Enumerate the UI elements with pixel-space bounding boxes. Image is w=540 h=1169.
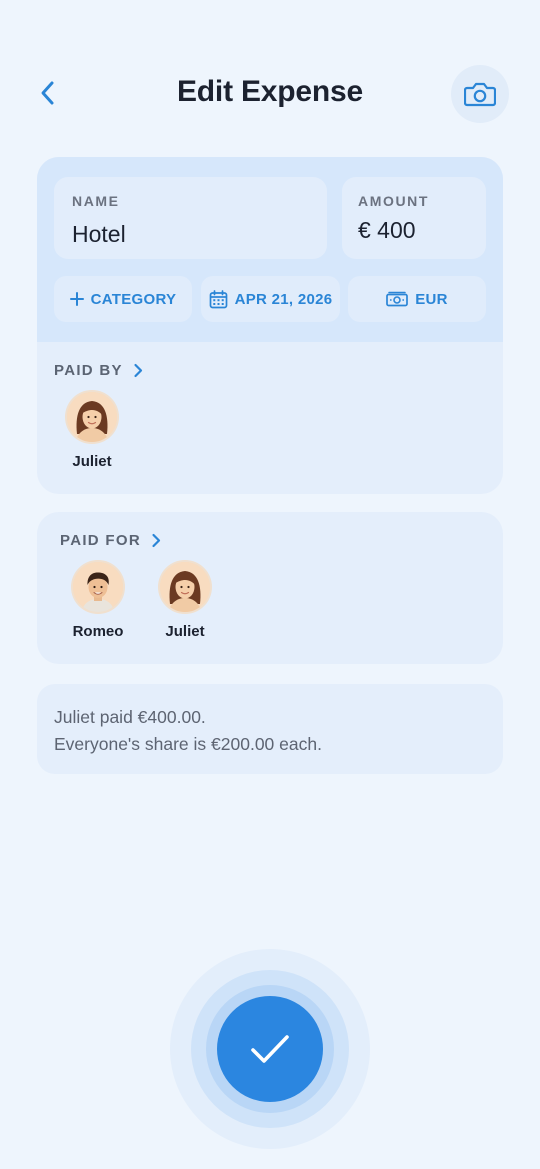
chevron-right-icon	[134, 363, 142, 378]
paid-for-card: PAID FOR Romeo Juliet	[37, 512, 503, 664]
paid-by-person[interactable]: Juliet	[57, 392, 127, 470]
paid-by-header[interactable]: PAID BY	[54, 362, 143, 379]
chevron-right-icon	[152, 533, 161, 548]
expense-details-panel: NAME Hotel AMOUNT € 400 CATEGORY APR 21,…	[37, 157, 503, 342]
paid-for-label: PAID FOR	[60, 532, 141, 549]
summary-paid-text: Juliet paid €400.00.	[54, 707, 206, 727]
name-label: NAME	[72, 193, 120, 209]
paid-for-header[interactable]: PAID FOR	[60, 532, 161, 549]
confirm-button[interactable]	[217, 996, 323, 1102]
plus-icon	[69, 292, 84, 306]
currency-label: EUR	[415, 290, 448, 308]
camera-icon	[464, 82, 496, 107]
date-label: APR 21, 2026	[234, 290, 333, 308]
avatar	[160, 562, 210, 612]
calendar-icon	[209, 289, 227, 308]
amount-value: € 400	[358, 217, 416, 243]
category-label: CATEGORY	[90, 290, 177, 308]
expense-card: NAME Hotel AMOUNT € 400 CATEGORY APR 21,…	[37, 157, 503, 494]
amount-label: AMOUNT	[358, 193, 430, 209]
person-name: Juliet	[165, 623, 205, 640]
avatar	[73, 562, 123, 612]
name-field[interactable]: NAME Hotel	[54, 177, 327, 259]
date-button[interactable]: APR 21, 2026	[201, 276, 340, 322]
category-button[interactable]: CATEGORY	[54, 276, 192, 322]
person-name: Juliet	[72, 453, 112, 470]
juliet-avatar-icon	[160, 562, 210, 612]
person-name: Romeo	[72, 623, 124, 640]
checkmark-icon	[251, 1035, 289, 1063]
amount-field[interactable]: AMOUNT € 400	[342, 177, 486, 259]
paid-for-person[interactable]: Juliet	[150, 562, 220, 640]
paid-for-person[interactable]: Romeo	[63, 562, 133, 640]
name-value: Hotel	[72, 221, 126, 247]
romeo-avatar-icon	[73, 562, 123, 612]
currency-button[interactable]: EUR	[348, 276, 486, 322]
paid-by-label: PAID BY	[54, 362, 123, 379]
avatar	[67, 392, 117, 442]
juliet-avatar-icon	[67, 392, 117, 442]
split-summary: Juliet paid €400.00. Everyone's share is…	[37, 684, 503, 774]
camera-button[interactable]	[451, 65, 509, 123]
summary-share-text: Everyone's share is €200.00 each.	[54, 734, 322, 754]
money-icon	[386, 291, 409, 306]
